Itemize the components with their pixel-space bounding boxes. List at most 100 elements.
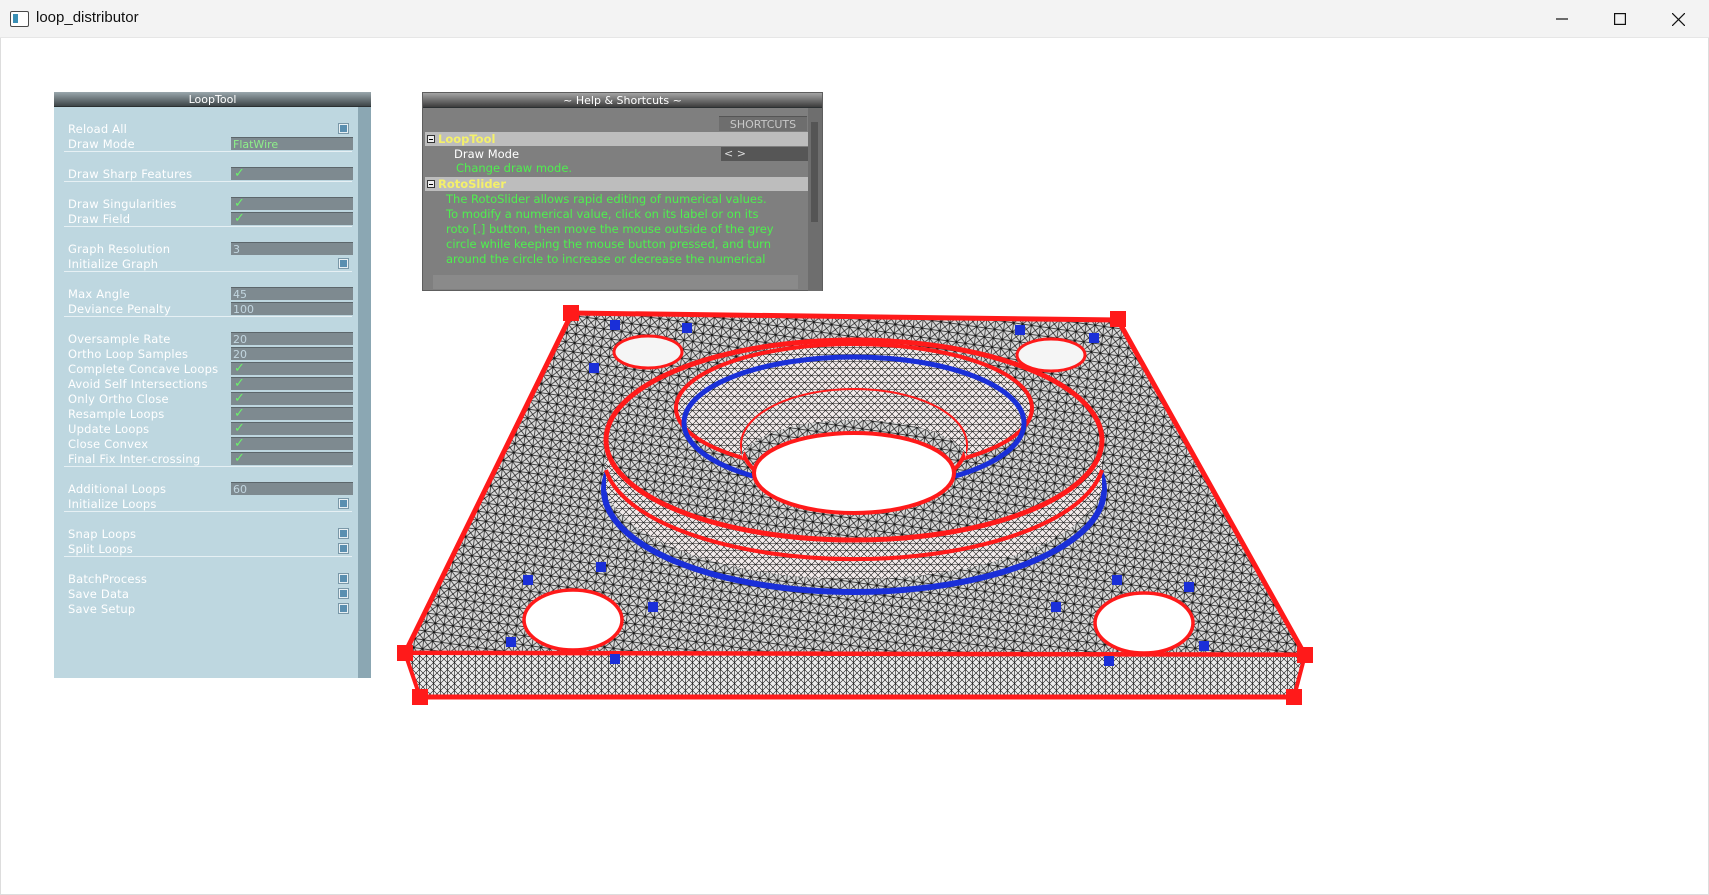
hole-back-left xyxy=(612,334,684,370)
title-bar: loop_distributor xyxy=(0,0,1709,38)
collapse-icon[interactable] xyxy=(427,180,435,188)
avoid-self-intersections-checkbox[interactable]: ✓ xyxy=(231,377,353,390)
minimize-button[interactable] xyxy=(1533,0,1591,38)
help-title[interactable]: ~ Help & Shortcuts ~ xyxy=(423,93,822,108)
control-label[interactable]: BatchProcess xyxy=(68,572,147,586)
save-data-button[interactable] xyxy=(339,589,348,598)
control-label[interactable]: Save Setup xyxy=(68,602,135,616)
ortho-loop-samples-field[interactable]: 20 xyxy=(231,347,353,361)
draw-field-checkbox[interactable]: ✓ xyxy=(231,212,353,225)
corner-marker xyxy=(1110,311,1126,327)
row-update-loops: Update Loops ✓ xyxy=(54,421,358,436)
row-initialize-graph: Initialize Graph xyxy=(54,256,358,271)
checkmark-icon: ✓ xyxy=(234,421,245,436)
save-setup-button[interactable] xyxy=(339,604,348,613)
draw-sharp-features-checkbox[interactable]: ✓ xyxy=(231,167,353,180)
control-label[interactable]: Draw Singularities xyxy=(68,197,177,211)
only-ortho-close-checkbox[interactable]: ✓ xyxy=(231,392,353,405)
row-save-setup: Save Setup xyxy=(54,601,358,616)
close-convex-checkbox[interactable]: ✓ xyxy=(231,437,353,450)
control-label[interactable]: Graph Resolution xyxy=(68,242,170,256)
field-value: 20 xyxy=(233,333,247,346)
control-label[interactable]: Close Convex xyxy=(68,437,148,451)
help-desc-line: The RotoSlider allows rapid editing of n… xyxy=(446,192,767,206)
control-label[interactable]: Split Loops xyxy=(68,542,133,556)
field-value: 100 xyxy=(233,303,254,316)
close-button[interactable] xyxy=(1649,0,1707,38)
control-label[interactable]: Draw Mode xyxy=(68,137,135,151)
hole-back-right xyxy=(1015,337,1087,373)
draw-singularities-checkbox[interactable]: ✓ xyxy=(231,197,353,210)
looptool-scrollbar[interactable] xyxy=(358,107,371,678)
field-value: 3 xyxy=(233,243,240,256)
deviance-penalty-field[interactable]: 100 xyxy=(231,302,353,316)
control-label[interactable]: Resample Loops xyxy=(68,407,164,421)
oversample-rate-field[interactable]: 20 xyxy=(231,332,353,346)
row-avoid-self-intersections: Avoid Self Intersections ✓ xyxy=(54,376,358,391)
resample-loops-checkbox[interactable]: ✓ xyxy=(231,407,353,420)
help-section-rotoslider[interactable]: RotoSlider xyxy=(425,177,808,191)
maximize-button[interactable] xyxy=(1591,0,1649,38)
looptool-title[interactable]: LoopTool xyxy=(54,92,371,107)
final-fix-inter-crossing-checkbox[interactable]: ✓ xyxy=(231,452,353,465)
control-label[interactable]: Additional Loops xyxy=(68,482,166,496)
control-label[interactable]: Max Angle xyxy=(68,287,130,301)
control-label[interactable]: Draw Sharp Features xyxy=(68,167,192,181)
checkmark-icon: ✓ xyxy=(234,406,245,421)
control-label[interactable]: Avoid Self Intersections xyxy=(68,377,208,391)
row-deviance-penalty: Deviance Penalty 100 xyxy=(54,301,358,316)
help-section-looptool[interactable]: LoopTool xyxy=(425,132,808,146)
control-label[interactable]: Final Fix Inter-crossing xyxy=(68,452,200,466)
reload-all-button[interactable] xyxy=(339,124,348,133)
row-only-ortho-close: Only Ortho Close ✓ xyxy=(54,391,358,406)
help-scrollbar[interactable] xyxy=(808,108,822,291)
draw-mode-field[interactable]: FlatWire xyxy=(231,137,353,151)
help-scroll-thumb[interactable] xyxy=(811,122,818,222)
separator xyxy=(64,271,352,272)
control-label[interactable]: Update Loops xyxy=(68,422,149,436)
control-label[interactable]: Save Data xyxy=(68,587,129,601)
looptool-controls: Reload All Draw Mode FlatWire Draw Sharp Fe… xyxy=(54,107,358,678)
field-value: 45 xyxy=(233,288,247,301)
row-complete-concave-loops: Complete Concave Loops ✓ xyxy=(54,361,358,376)
split-loops-button[interactable] xyxy=(339,544,348,553)
control-label[interactable]: Deviance Penalty xyxy=(68,302,171,316)
collapse-icon[interactable] xyxy=(427,135,435,143)
row-save-data: Save Data xyxy=(54,586,358,601)
control-label[interactable]: Only Ortho Close xyxy=(68,392,169,406)
mesh-viewport[interactable] xyxy=(395,295,1335,775)
separator xyxy=(64,556,352,557)
graph-resolution-field[interactable]: 3 xyxy=(231,242,353,256)
help-desc-line: To modify a numerical value, click on it… xyxy=(446,207,759,221)
checkmark-icon: ✓ xyxy=(234,196,245,211)
complete-concave-loops-checkbox[interactable]: ✓ xyxy=(231,362,353,375)
initialize-loops-button[interactable] xyxy=(339,499,348,508)
control-label[interactable]: Initialize Loops xyxy=(68,497,157,511)
separator xyxy=(64,181,352,182)
separator xyxy=(64,511,352,512)
control-label[interactable]: Complete Concave Loops xyxy=(68,362,218,376)
control-label[interactable]: Oversample Rate xyxy=(68,332,171,346)
control-label[interactable]: Draw Field xyxy=(68,212,130,226)
batchprocess-button[interactable] xyxy=(339,574,348,583)
control-label[interactable]: Initialize Graph xyxy=(68,257,158,271)
help-section-label: LoopTool xyxy=(438,132,496,146)
initialize-graph-button[interactable] xyxy=(339,259,348,268)
update-loops-checkbox[interactable]: ✓ xyxy=(231,422,353,435)
row-additional-loops: Additional Loops 60 xyxy=(54,481,358,496)
control-label[interactable]: Reload All xyxy=(68,122,127,136)
help-bottom-bar xyxy=(433,275,798,289)
control-label[interactable]: Ortho Loop Samples xyxy=(68,347,188,361)
control-label[interactable]: Snap Loops xyxy=(68,527,136,541)
row-close-convex: Close Convex ✓ xyxy=(54,436,358,451)
checkmark-icon: ✓ xyxy=(234,451,245,466)
snap-loops-button[interactable] xyxy=(339,529,348,538)
additional-loops-field[interactable]: 60 xyxy=(231,482,353,496)
max-angle-field[interactable]: 45 xyxy=(231,287,353,301)
row-draw-field: Draw Field ✓ xyxy=(54,211,358,226)
minimize-icon xyxy=(1556,18,1568,20)
help-panel: ~ Help & Shortcuts ~ SHORTCUTS LoopTool … xyxy=(422,92,823,291)
help-item-shortcut: < > xyxy=(721,147,808,161)
row-split-loops: Split Loops xyxy=(54,541,358,556)
separator xyxy=(64,316,352,317)
